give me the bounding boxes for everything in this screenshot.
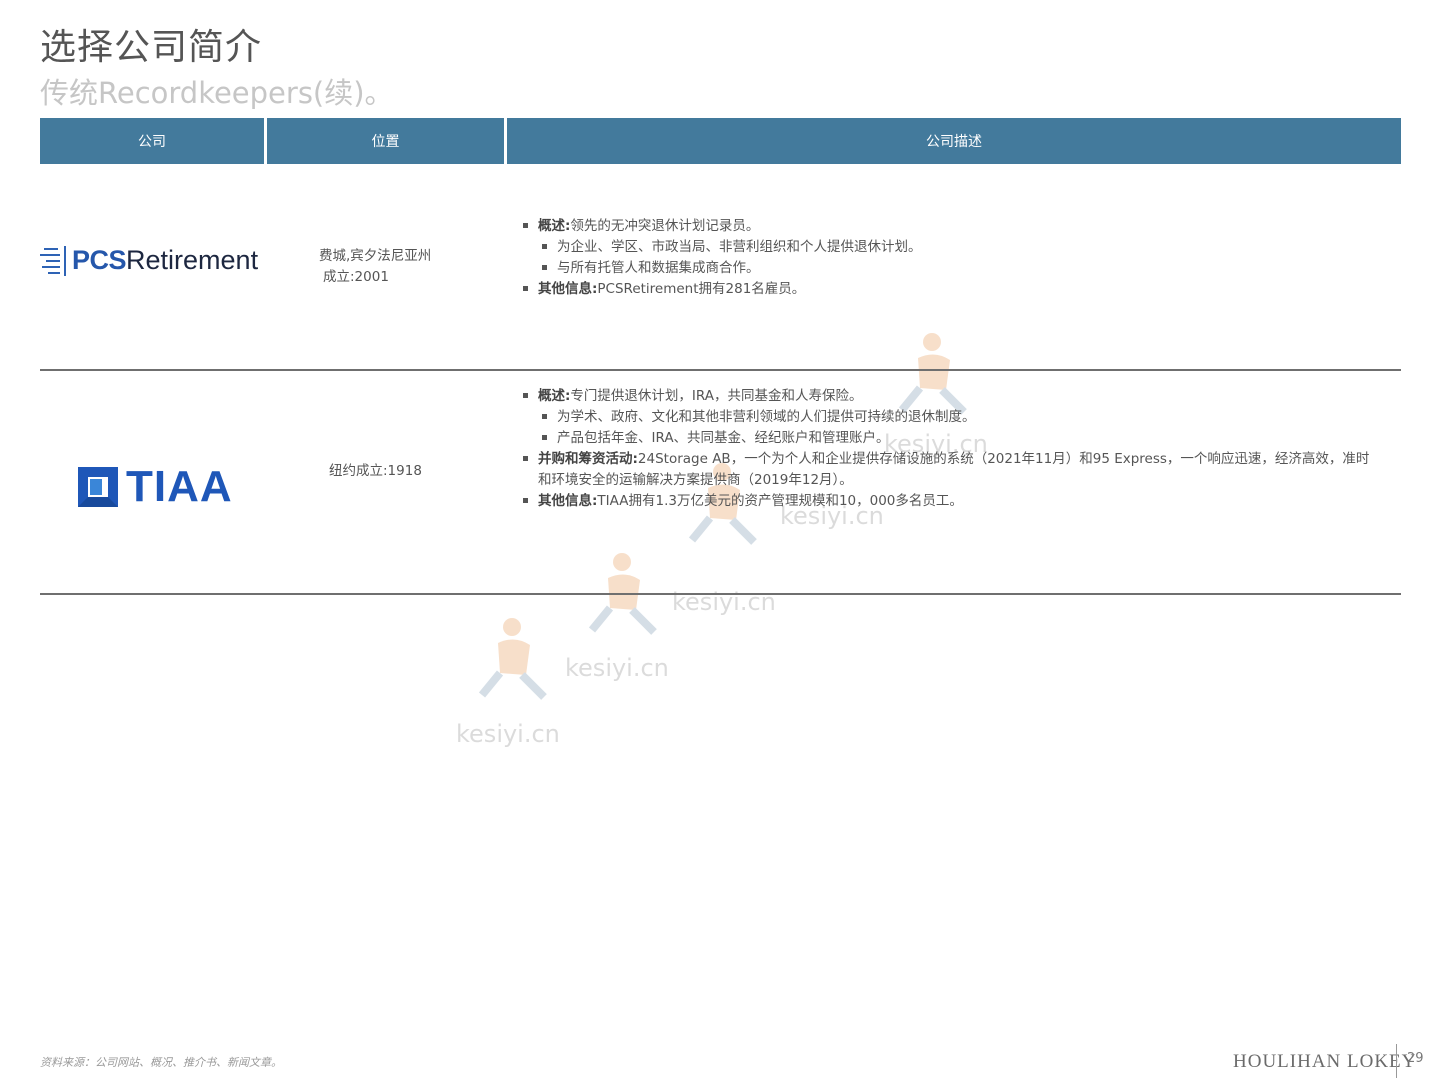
description-cell: 概述:领先的无冲突退休计划记录员。 为企业、学区、市政当局、非营利组织和个人提供… xyxy=(522,216,1382,300)
sub-bullet: 为企业、学区、市政当局、非营利组织和个人提供退休计划。 xyxy=(541,237,1382,258)
page-number: 29 xyxy=(1407,1051,1424,1066)
bullet-other-info: 其他信息:TIAA拥有1.3万亿美元的资产管理规模和10，000多名员工。 xyxy=(522,491,1382,512)
bullet-other-info: 其他信息:PCSRetirement拥有281名雇员。 xyxy=(522,279,1382,300)
location-line: 纽约成立:1918 xyxy=(329,463,422,479)
watermark-figure-icon xyxy=(478,618,547,700)
column-header-company: 公司 xyxy=(138,134,166,150)
watermark-text: kesiyi.cn xyxy=(565,654,669,682)
sub-bullet: 产品包括年金、IRA、共同基金、经纪账户和管理账户。 xyxy=(541,428,1382,449)
brand-wordmark: HOULIHAN LOKEY xyxy=(1233,1051,1417,1072)
bullet-ma-activity: 并购和筹资活动:24Storage AB，一个为个人和企业提供存储设施的系统（2… xyxy=(522,449,1382,491)
location-cell: 纽约成立:1918 xyxy=(329,461,422,482)
source-note: 资料来源：公司网站、概况、推介书、新闻文章。 xyxy=(40,1056,282,1069)
column-header-location: 位置 xyxy=(264,118,504,164)
watermark-text: kesiyi.cn xyxy=(456,720,560,748)
table-header: 公司 位置 公司描述 xyxy=(40,118,1401,164)
location-line: 费城,宾夕法尼亚州 xyxy=(319,248,432,264)
pcs-lines-icon xyxy=(40,244,68,276)
row-divider xyxy=(40,369,1401,371)
bullet-overview: 概述:领先的无冲突退休计划记录员。 xyxy=(522,216,1382,237)
page-title: 选择公司简介 xyxy=(40,27,263,68)
bullet-overview: 概述:专门提供退休计划，IRA，共同基金和人寿保险。 xyxy=(522,386,1382,407)
watermark-figure-icon xyxy=(588,553,657,635)
sub-bullet: 与所有托管人和数据集成商合作。 xyxy=(541,258,1382,279)
location-line: 成立:2001 xyxy=(323,269,389,285)
pcs-retirement-logo: PCSRetirement xyxy=(40,244,258,276)
description-cell: 概述:专门提供退休计划，IRA，共同基金和人寿保险。 为学术、政府、文化和其他非… xyxy=(522,386,1382,512)
row-divider xyxy=(40,593,1401,595)
pcs-logo-text: PCSRetirement xyxy=(72,244,259,275)
column-header-description: 公司描述 xyxy=(504,118,1401,164)
sub-bullet: 为学术、政府、文化和其他非营利领域的人们提供可持续的退休制度。 xyxy=(541,407,1382,428)
location-cell: 费城,宾夕法尼亚州 成立:2001 xyxy=(319,246,431,288)
tiaa-logo: TIAA xyxy=(78,462,233,512)
page-subtitle: 传统Recordkeepers(续)。 xyxy=(40,76,394,110)
tiaa-logo-text: TIAA xyxy=(126,462,233,511)
footer-divider xyxy=(1396,1044,1397,1078)
tiaa-emblem-icon xyxy=(78,467,118,507)
